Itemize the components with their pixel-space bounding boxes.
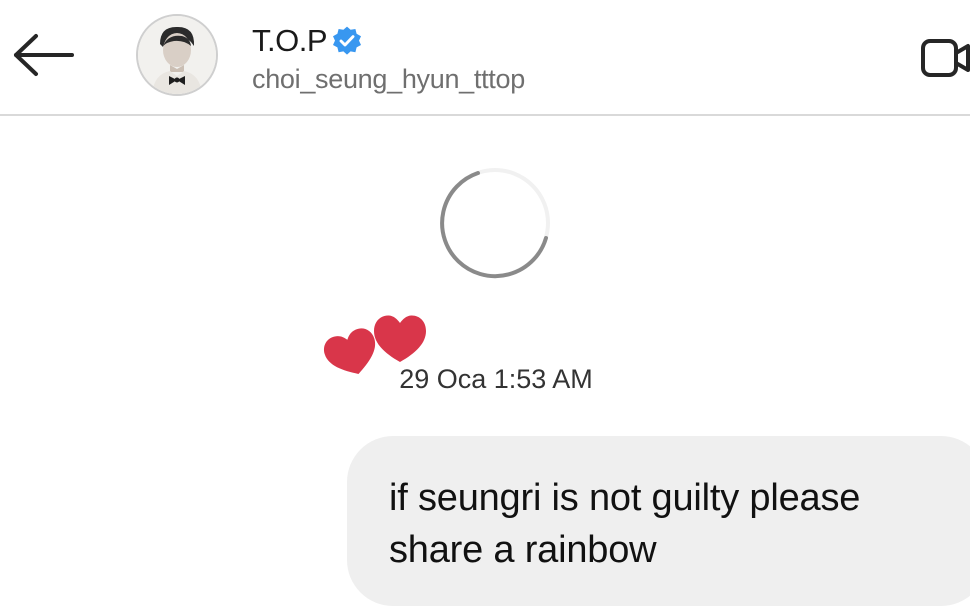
- arrow-left-icon: [14, 34, 74, 76]
- video-call-button[interactable]: [920, 36, 970, 82]
- display-name: T.O.P: [252, 23, 328, 58]
- timestamp-text: 29 Oca 1:53 AM: [399, 364, 593, 394]
- avatar[interactable]: [136, 14, 218, 96]
- username[interactable]: choi_seung_hyun_tttop: [252, 64, 525, 95]
- direct-message-screen: T.O.P choi_seung_hyun_tttop 29 Oca 1:53 …: [0, 0, 970, 610]
- message-text: if seungri is not guilty please share a …: [389, 477, 861, 571]
- profile-photo: [138, 16, 216, 94]
- verified-badge-icon: [333, 26, 362, 55]
- video-camera-icon: [921, 39, 970, 77]
- back-button[interactable]: [10, 30, 76, 80]
- loading-spinner: [440, 168, 550, 279]
- chat-header: T.O.P choi_seung_hyun_tttop: [0, 0, 970, 116]
- display-name-row[interactable]: T.O.P: [252, 21, 363, 61]
- sent-message-bubble[interactable]: if seungri is not guilty please share a …: [347, 436, 970, 606]
- message-timestamp: 29 Oca 1:53 AM: [0, 364, 970, 395]
